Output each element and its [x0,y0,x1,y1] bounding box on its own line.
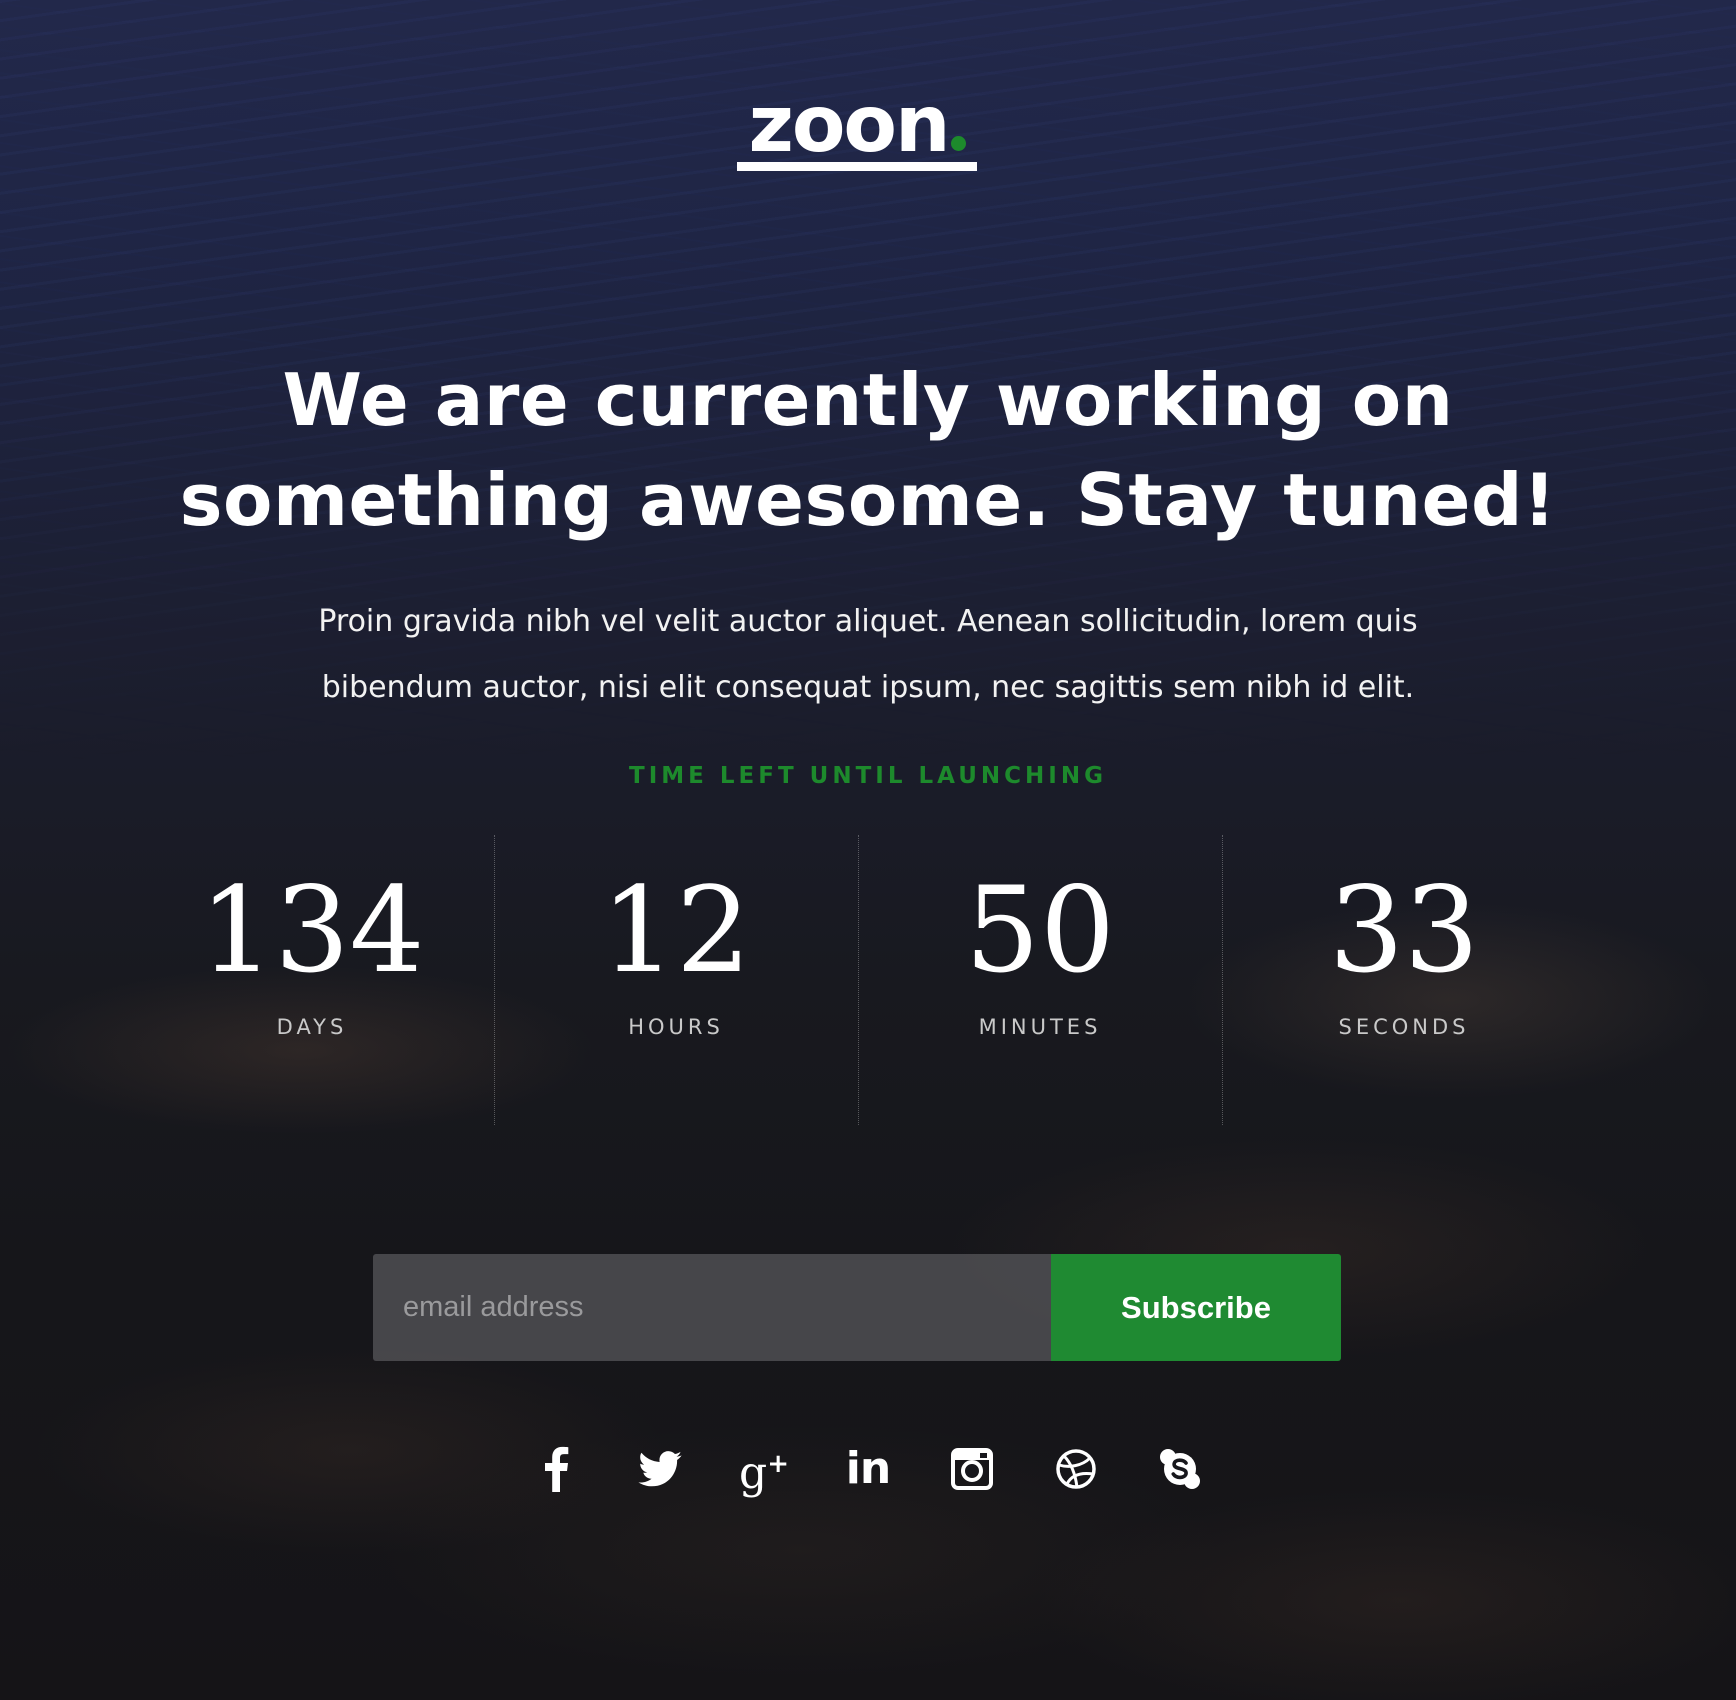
logo-dot [950,136,966,151]
social-links: g+ in [530,1443,1206,1495]
skype-link[interactable] [1154,1443,1206,1495]
logo: zoon [737,86,977,171]
days-value: 134 [199,861,425,999]
email-input[interactable] [373,1254,1051,1361]
linkedin-icon: in [845,1443,891,1494]
logo-text: zoon [748,80,950,170]
countdown-days: 134 DAYS [130,835,494,1125]
instagram-icon [951,1448,993,1490]
countdown-label: TIME LEFT UNTIL LAUNCHING [629,763,1107,789]
lead-paragraph: Proin gravida nibh vel velit auctor aliq… [240,589,1496,721]
headline-line-1: We are currently working on [282,358,1454,442]
dribbble-link[interactable] [1050,1443,1102,1495]
countdown-timer: 134 DAYS 12 HOURS 50 MINUTES 33 SECONDS [130,835,1586,1125]
skype-icon [1160,1449,1200,1489]
countdown-hours: 12 HOURS [494,835,858,1125]
linkedin-link[interactable]: in [842,1443,894,1495]
google-plus-link[interactable]: g+ [738,1443,790,1495]
logo-underline [737,162,977,171]
facebook-icon [545,1446,569,1492]
subscribe-form: Subscribe [373,1254,1341,1361]
lead-line-2: bibendum auctor, nisi elit consequat ips… [321,670,1415,705]
google-plus-sup: + [767,1449,789,1480]
countdown-minutes: 50 MINUTES [858,835,1222,1125]
seconds-label: SECONDS [1338,1015,1470,1039]
google-plus-icon: g+ [739,1442,789,1496]
seconds-value: 33 [1328,861,1480,999]
page-headline: We are currently working on something aw… [100,350,1636,550]
countdown-seconds: 33 SECONDS [1222,835,1586,1125]
google-plus-glyph: g [739,1447,768,1499]
twitter-link[interactable] [634,1443,686,1495]
twitter-icon [638,1451,682,1487]
subscribe-button[interactable]: Subscribe [1051,1254,1341,1361]
instagram-link[interactable] [946,1443,998,1495]
minutes-value: 50 [964,861,1116,999]
hours-label: HOURS [628,1015,724,1039]
minutes-label: MINUTES [978,1015,1102,1039]
days-label: DAYS [276,1015,348,1039]
facebook-link[interactable] [530,1443,582,1495]
dribbble-icon [1056,1449,1096,1489]
hours-value: 12 [600,861,752,999]
headline-line-2: something awesome. Stay tuned! [179,458,1557,542]
lead-line-1: Proin gravida nibh vel velit auctor aliq… [318,604,1418,639]
